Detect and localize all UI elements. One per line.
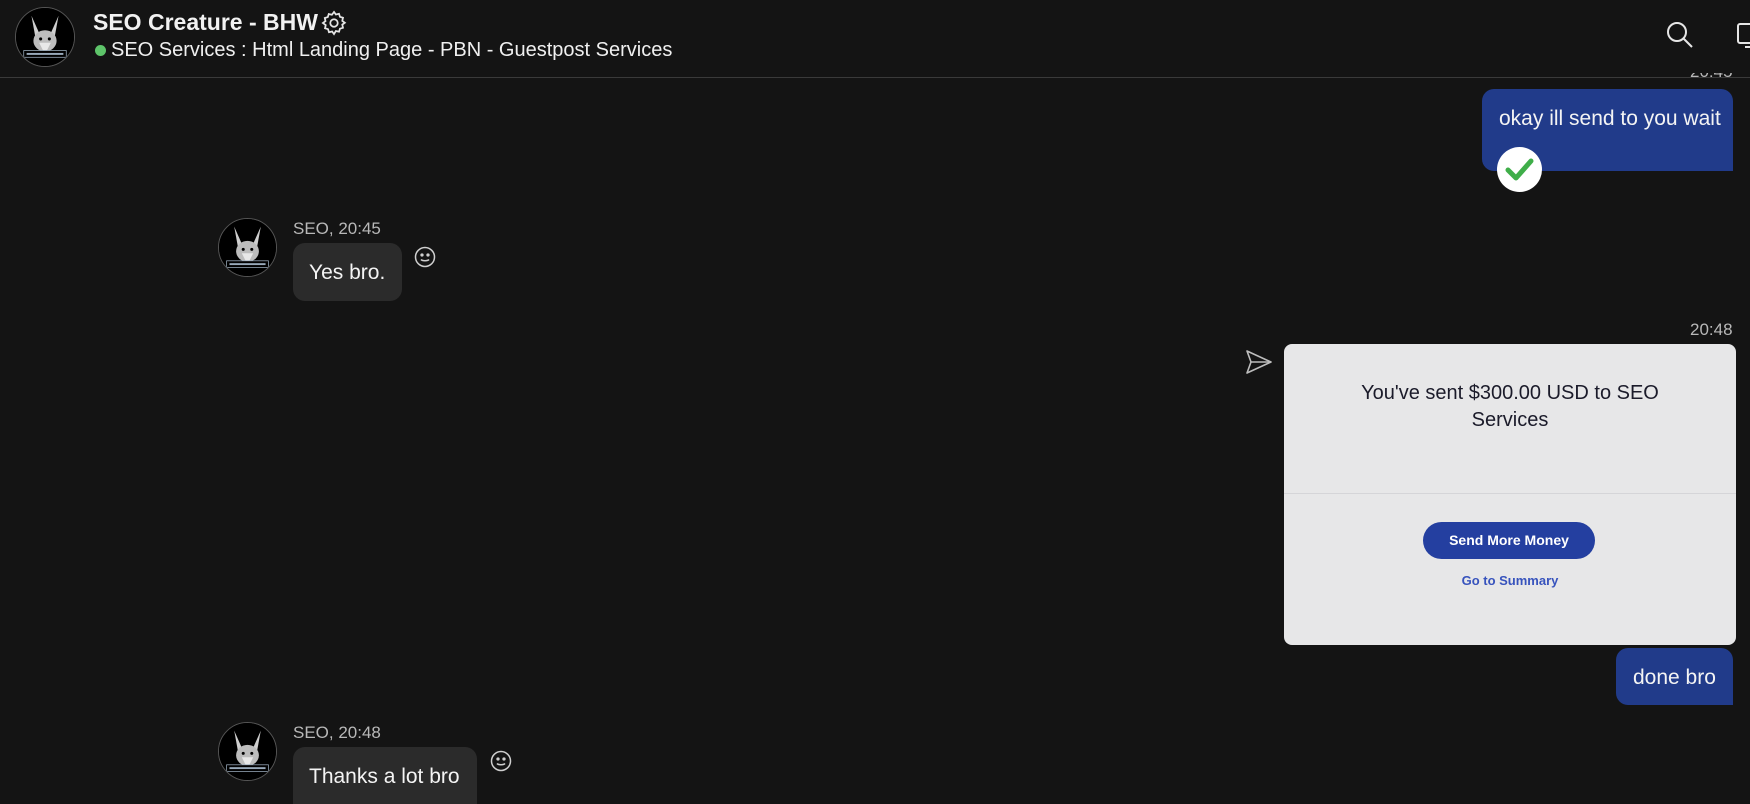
divider xyxy=(1284,493,1736,494)
incoming-message[interactable]: Yes bro. xyxy=(293,243,402,301)
online-status-indicator xyxy=(95,45,106,56)
chat-header: SEO Creature - BHW SEO Services : Html L… xyxy=(0,0,1750,78)
message-text: Thanks a lot bro xyxy=(309,765,460,788)
send-more-money-button[interactable]: Send More Money xyxy=(1423,522,1595,559)
message-text: Yes bro. xyxy=(309,261,386,284)
gear-icon[interactable] xyxy=(320,9,348,37)
fox-logo-icon xyxy=(219,723,276,780)
go-to-summary-link[interactable]: Go to Summary xyxy=(1384,573,1636,588)
incoming-message[interactable]: Thanks a lot bro xyxy=(293,747,477,804)
emoji-reaction-icon[interactable] xyxy=(413,245,437,269)
message-timestamp: 20:48 xyxy=(1690,320,1733,339)
screen-share-icon[interactable] xyxy=(1735,19,1750,51)
send-icon xyxy=(1244,347,1274,377)
sender-avatar[interactable] xyxy=(218,218,277,277)
emoji-reaction-icon[interactable] xyxy=(489,749,513,773)
contact-avatar[interactable] xyxy=(15,7,75,67)
sender-meta: SEO, 20:45 xyxy=(293,219,381,238)
outgoing-message[interactable]: done bro xyxy=(1616,648,1733,705)
chat-title[interactable]: SEO Creature - BHW xyxy=(93,9,318,36)
payment-card[interactable]: You've sent $300.00 USD to SEO Services … xyxy=(1284,344,1736,645)
search-icon[interactable] xyxy=(1664,19,1696,51)
check-icon xyxy=(1497,147,1542,192)
fox-logo-icon xyxy=(16,8,74,66)
message-text: done bro xyxy=(1633,666,1716,689)
sender-meta: SEO, 20:48 xyxy=(293,723,381,742)
message-text: okay ill send to you wait xyxy=(1499,107,1721,130)
payment-confirmation-text: You've sent $300.00 USD to SEO Services xyxy=(1361,382,1659,431)
sender-avatar[interactable] xyxy=(218,722,277,781)
fox-logo-icon xyxy=(219,219,276,276)
chat-subtitle: SEO Services : Html Landing Page - PBN -… xyxy=(111,39,673,61)
